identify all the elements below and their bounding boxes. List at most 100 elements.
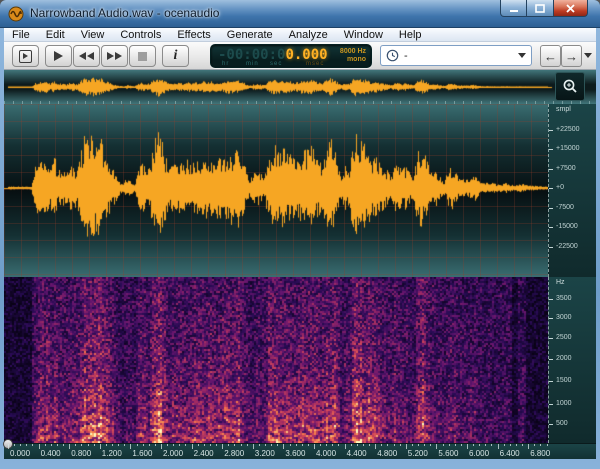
ruler-label: 0.800	[71, 449, 91, 458]
chevron-down-icon	[518, 53, 526, 58]
ruler-tick	[149, 444, 150, 446]
ruler-tick	[39, 444, 40, 449]
ruler-tick	[528, 444, 529, 449]
ruler-tick	[155, 444, 156, 446]
menu-item-view[interactable]: View	[73, 28, 113, 42]
clock-icon	[386, 49, 399, 62]
history-combobox[interactable]: -	[380, 45, 532, 66]
menu-item-edit[interactable]: Edit	[38, 28, 73, 42]
ruler-tick	[534, 444, 535, 446]
ruler-tick	[173, 444, 174, 446]
frequency-label: 2500	[556, 334, 572, 341]
waveform-overview[interactable]	[4, 70, 596, 104]
menu-item-generate[interactable]: Generate	[219, 28, 281, 42]
ruler-label: 6.400	[500, 449, 520, 458]
menu-item-analyze[interactable]: Analyze	[281, 28, 336, 42]
amplitude-unit: smpl	[556, 106, 571, 113]
zoom-button[interactable]	[555, 72, 585, 101]
ruler-tick	[210, 444, 211, 446]
history-combobox-value: -	[404, 50, 518, 62]
ruler-tick	[473, 444, 474, 446]
frequency-tick	[549, 381, 553, 382]
ruler-tick	[106, 444, 107, 446]
menu-item-effects[interactable]: Effects	[169, 28, 218, 42]
ruler-label: 5.600	[438, 449, 458, 458]
ruler-tick	[461, 444, 462, 446]
ruler-tick	[436, 444, 437, 449]
ruler-tick	[137, 444, 138, 446]
menu-item-help[interactable]: Help	[391, 28, 430, 42]
ruler-tick	[88, 444, 89, 446]
ruler-tick	[241, 444, 242, 446]
ruler-label: 0.400	[41, 449, 61, 458]
ruler-tick	[467, 444, 468, 449]
ruler-tick	[412, 444, 413, 446]
maximize-button[interactable]	[527, 0, 553, 17]
waveform-canvas[interactable]	[4, 104, 548, 277]
ruler-tick	[14, 444, 15, 446]
spectrogram-view[interactable]	[4, 277, 548, 443]
time-unit-labels: hr min sec msec	[218, 61, 338, 68]
ruler-tick	[406, 444, 407, 449]
time-ruler[interactable]: 0.0000.4000.8001.2001.6002.0002.4002.800…	[4, 443, 596, 459]
menu-item-window[interactable]: Window	[336, 28, 391, 42]
ruler-tick	[94, 444, 95, 446]
ruler-tick	[363, 444, 364, 446]
menu-item-controls[interactable]: Controls	[112, 28, 169, 42]
ruler-tick	[332, 444, 333, 446]
ruler-tick	[338, 444, 339, 446]
ruler-tick	[302, 444, 303, 446]
amplitude-label: -15000	[556, 223, 578, 230]
ruler-label: 4.400	[347, 449, 367, 458]
waveform-view[interactable]	[4, 104, 548, 277]
ruler-tick	[455, 444, 456, 446]
ruler-tick	[357, 444, 358, 446]
frequency-label: 2000	[556, 355, 572, 362]
ruler-tick	[283, 444, 284, 449]
ruler-tick	[547, 444, 548, 446]
ruler-tick	[161, 444, 162, 449]
ruler-tick	[290, 444, 291, 446]
amplitude-label: +7500	[556, 165, 576, 172]
navigate-menu-caret[interactable]	[584, 53, 592, 58]
minimize-button[interactable]	[500, 0, 527, 17]
caption-buttons	[500, 0, 588, 17]
amplitude-tick	[549, 130, 553, 131]
amplitude-tick	[549, 247, 553, 248]
amplitude-label: -7500	[556, 204, 574, 211]
skip-forward-button[interactable]	[101, 45, 128, 67]
ocenaudio-window: Narrowband Audio.wav - ocenaudio FileEdi…	[0, 0, 600, 469]
ruler-tick	[277, 444, 278, 446]
ruler-tick	[63, 444, 64, 446]
menu-item-file[interactable]: File	[4, 28, 38, 42]
title-bar[interactable]: Narrowband Audio.wav - ocenaudio	[0, 0, 600, 28]
ruler-tick	[198, 444, 199, 446]
overview-canvas[interactable]	[4, 70, 564, 104]
ruler-tick	[20, 444, 21, 446]
play-selection-button[interactable]	[12, 45, 39, 67]
ruler-tick	[124, 444, 125, 446]
stop-button[interactable]	[129, 45, 156, 67]
ruler-tick	[265, 444, 266, 446]
ruler-tick	[143, 444, 144, 446]
ruler-tick	[234, 444, 235, 446]
close-button[interactable]	[553, 0, 588, 17]
navigate-back-button[interactable]: ←	[540, 45, 561, 67]
navigate-forward-button[interactable]: →	[561, 45, 582, 67]
info-button[interactable]: i	[162, 45, 189, 67]
ruler-tick	[192, 444, 193, 449]
fast-forward-icon	[107, 52, 122, 60]
ruler-tick	[485, 444, 486, 446]
frequency-scale: Hz 350030002500200015001000500	[548, 277, 596, 443]
ruler-tick	[259, 444, 260, 446]
play-button[interactable]	[45, 45, 72, 67]
ruler-label: 6.800	[530, 449, 550, 458]
ruler-label: 3.600	[285, 449, 305, 458]
workspace: smpl +22500+15000+7500+0-7500-15000-2250…	[4, 70, 596, 459]
ruler-label: 4.800	[377, 449, 397, 458]
ruler-label: 1.600	[132, 449, 152, 458]
play-icon	[54, 51, 63, 61]
ruler-tick	[381, 444, 382, 446]
spectrogram-canvas[interactable]	[4, 277, 548, 443]
skip-backward-button[interactable]	[73, 45, 100, 67]
